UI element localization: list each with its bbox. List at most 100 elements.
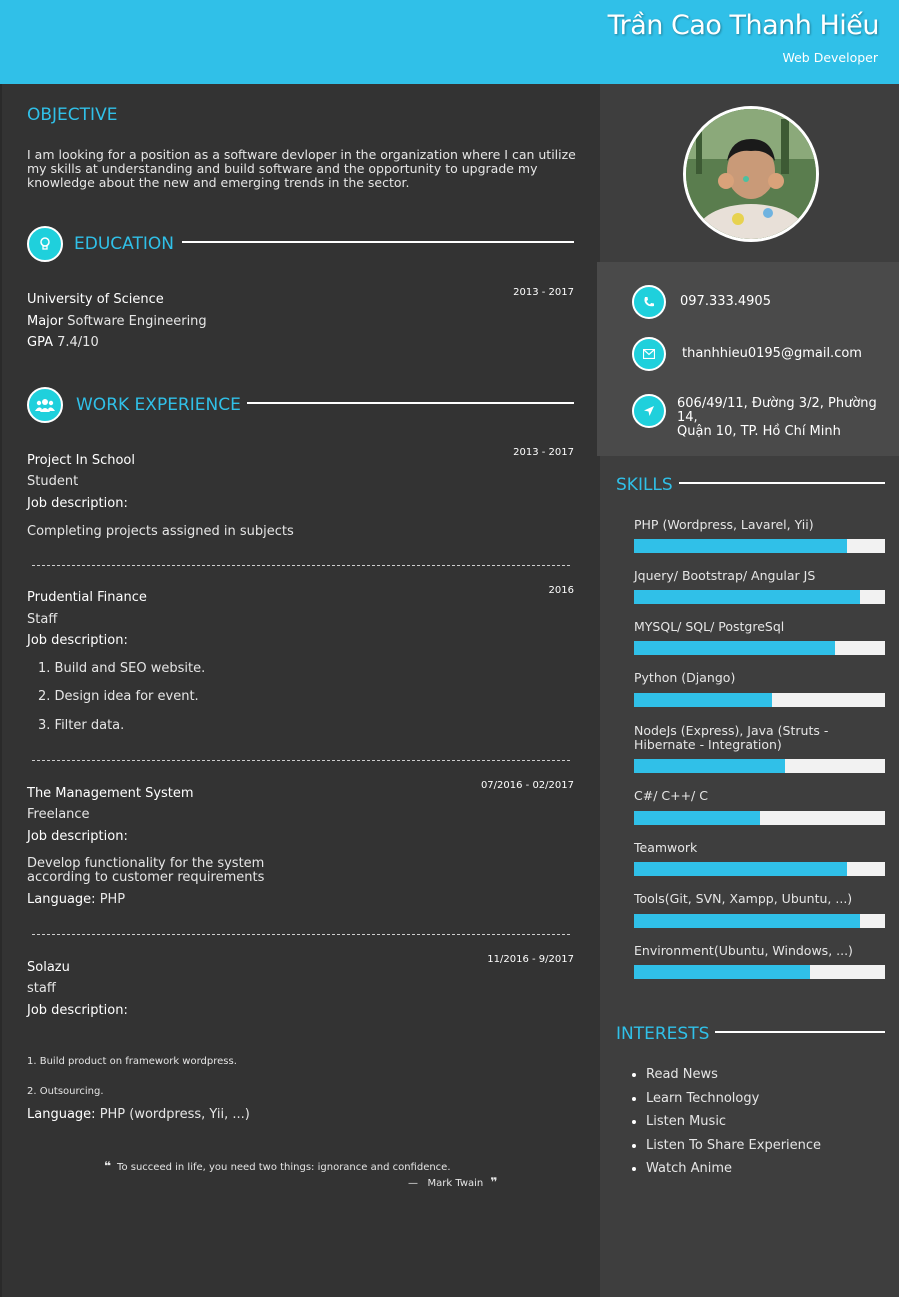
job-date: 11/2016 - 9/2017	[487, 954, 574, 965]
skill-bar-fill	[634, 641, 835, 655]
skill-bar	[634, 539, 885, 553]
job-company: Project In School	[27, 453, 135, 468]
job-role: Freelance	[27, 807, 90, 822]
skill-label: C#/ C++/ C	[634, 788, 708, 803]
skill-bar	[634, 965, 885, 979]
job-role: Student	[27, 474, 79, 489]
skill-bar-fill	[634, 811, 760, 825]
header-banner: Trần Cao Thanh Hiếu Web Developer	[0, 0, 899, 84]
language-value: PHP	[99, 892, 126, 907]
education-gpa: GPA 7.4/10	[27, 335, 99, 350]
quote-author-name: Mark Twain	[427, 1178, 484, 1189]
contact-phone: 097.333.4905	[680, 294, 771, 309]
skill-bar-fill	[634, 862, 848, 876]
quote-text: ❝ To succeed in life, you need two things…	[104, 1159, 451, 1173]
work-title: WORK EXPERIENCE	[76, 395, 241, 415]
gpa-label: GPA	[27, 335, 53, 350]
job-desc: Completing projects assigned in subjects	[27, 524, 294, 539]
skill-label: NodeJs (Express), Java (Struts - Hiberna…	[634, 723, 829, 752]
school-name: University of Science	[27, 292, 164, 307]
education-title: EDUCATION	[74, 234, 174, 254]
skill-bar	[634, 914, 885, 928]
interest-item: Watch Anime	[632, 1160, 821, 1184]
job-company: The Management System	[27, 786, 194, 801]
quote-dash: —	[408, 1178, 418, 1189]
skills-divider	[679, 482, 885, 484]
contact-email[interactable]: thanhhieu0195@gmail.com	[682, 347, 862, 361]
job-separator	[32, 760, 570, 761]
major-label: Major	[27, 314, 64, 329]
interests-divider	[715, 1031, 885, 1033]
skill-label: Environment(Ubuntu, Windows, ...)	[634, 943, 853, 958]
education-major: Major Software Engineering	[27, 314, 207, 329]
job-desc-line: Develop functionality for the system	[27, 856, 265, 871]
skill-bar-fill	[634, 914, 860, 928]
job-desc-line: according to customer requirements	[27, 870, 265, 885]
job-desc-label: Job description:	[27, 633, 128, 648]
envelope-icon	[632, 337, 666, 371]
job-desc-label: Job description:	[27, 496, 128, 511]
job-desc-label: Job description:	[27, 829, 128, 844]
skill-bar	[634, 590, 885, 604]
skill-label: Tools(Git, SVN, Xampp, Ubuntu, ...)	[634, 891, 853, 906]
interests-list: Read News Learn Technology Listen Music …	[632, 1066, 821, 1184]
contact-address: 606/49/11, Đường 3/2, Phường 14, Quận 10…	[677, 397, 899, 439]
objective-title: OBJECTIVE	[27, 105, 118, 125]
quote-body: To succeed in life, you need two things:…	[117, 1162, 451, 1173]
quote-close-icon: ❞	[490, 1175, 498, 1189]
job-desc: Develop functionality for the system acc…	[27, 857, 264, 885]
interest-item: Listen Music	[632, 1113, 821, 1137]
skill-bar	[634, 693, 885, 707]
skill-bar-fill	[634, 539, 848, 553]
language-value: PHP (wordpress, Yii, ...)	[99, 1107, 250, 1122]
users-icon	[27, 387, 63, 423]
gpa-value: 7.4/10	[57, 335, 99, 350]
skill-bar	[634, 759, 885, 773]
job-language: Language: PHP (wordpress, Yii, ...)	[27, 1107, 250, 1122]
job-separator	[32, 565, 570, 566]
phone-icon	[632, 285, 666, 319]
job-company: Solazu	[27, 960, 70, 975]
education-divider	[182, 241, 574, 243]
interests-title: INTERESTS	[616, 1024, 710, 1044]
job-task: 2. Outsourcing.	[27, 1086, 104, 1097]
skill-bar	[634, 862, 885, 876]
job-task: 1. Build product on framework wordpress.	[27, 1056, 237, 1067]
job-date: 2016	[548, 585, 574, 596]
job-task: 1. Build and SEO website.	[38, 661, 206, 676]
objective-line: I am looking for a position as a softwar…	[27, 147, 576, 162]
job-separator	[32, 934, 570, 935]
job-task: 2. Design idea for event.	[38, 689, 199, 704]
person-role: Web Developer	[782, 50, 878, 65]
job-desc-label: Job description:	[27, 1003, 128, 1018]
job-date: 2013 - 2017	[513, 447, 574, 458]
avatar	[683, 106, 819, 242]
skill-label: PHP (Wordpress, Lavarel, Yii)	[634, 517, 814, 532]
work-divider	[247, 402, 574, 404]
interest-item: Listen To Share Experience	[632, 1137, 821, 1161]
address-line: Quận 10, TP. Hồ Chí Minh	[677, 424, 841, 439]
skill-bar	[634, 811, 885, 825]
education-date: 2013 - 2017	[513, 287, 574, 298]
skill-label: MYSQL/ SQL/ PostgreSql	[634, 619, 785, 634]
person-name: Trần Cao Thanh Hiếu	[607, 10, 880, 41]
skill-label: Teamwork	[634, 840, 698, 855]
major-value: Software Engineering	[67, 314, 207, 329]
objective-line: knowledge about the new and emerging tre…	[27, 175, 410, 190]
skill-bar-fill	[634, 590, 860, 604]
quote-author: — Mark Twain ❞	[408, 1175, 498, 1189]
skill-label: Python (Django)	[634, 670, 736, 685]
skill-bar-fill	[634, 693, 773, 707]
lightbulb-icon	[27, 226, 63, 262]
skills-title: SKILLS	[616, 475, 673, 495]
job-language: Language: PHP	[27, 892, 125, 907]
job-date: 07/2016 - 02/2017	[480, 780, 574, 791]
interest-item: Learn Technology	[632, 1090, 821, 1114]
objective-line: my skills at understanding and build sof…	[27, 161, 538, 176]
skill-label: Jquery/ Bootstrap/ Angular JS	[634, 568, 816, 583]
interest-item: Read News	[632, 1066, 821, 1090]
skill-bar-fill	[634, 965, 810, 979]
objective-text: I am looking for a position as a softwar…	[27, 148, 582, 190]
skill-bar	[634, 641, 885, 655]
language-label: Language:	[27, 892, 96, 907]
